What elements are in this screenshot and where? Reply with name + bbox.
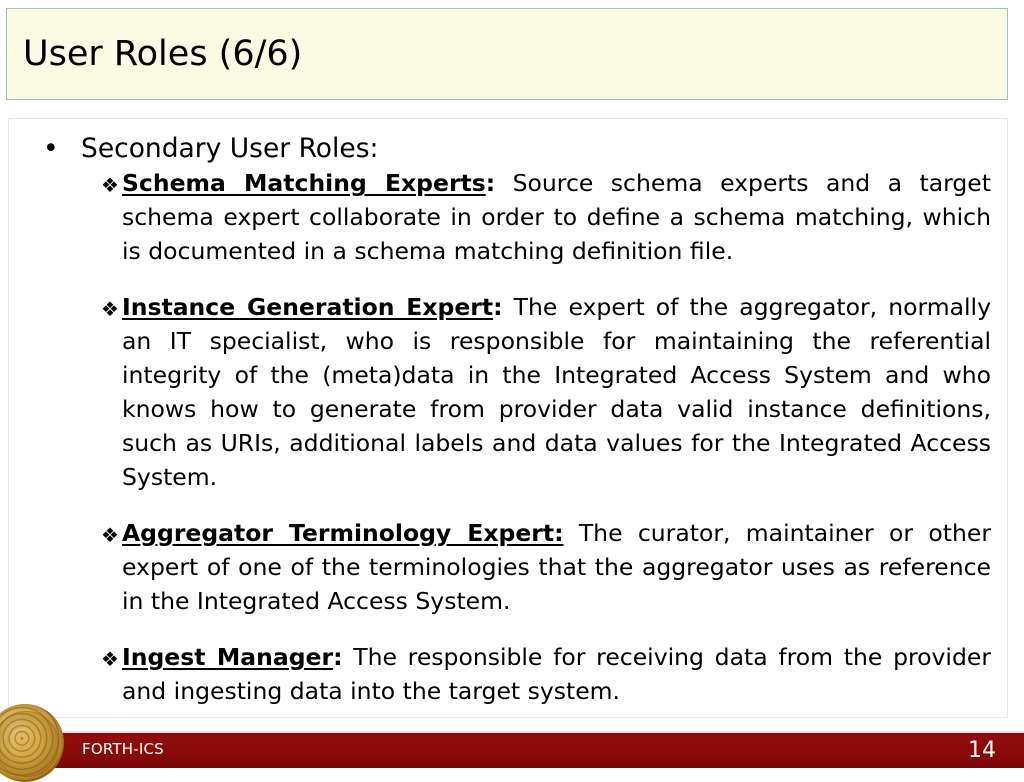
bullet-dot-icon: • bbox=[43, 133, 59, 164]
role-term: Ingest Manager bbox=[122, 642, 334, 671]
role-term: Schema Matching Experts bbox=[122, 169, 486, 198]
role-term: Instance Generation Expert bbox=[122, 293, 494, 322]
diamond-bullet-icon: ❖ bbox=[101, 646, 119, 671]
bullet-item-schema-matching-experts: ❖ Schema Matching Experts: Source schema… bbox=[23, 167, 993, 269]
diamond-bullet-icon: ❖ bbox=[101, 297, 119, 322]
page-title: User Roles (6/6) bbox=[23, 33, 303, 74]
role-description: The expert of the aggregator, normally a… bbox=[122, 293, 991, 491]
slide-page-number: 14 bbox=[968, 738, 996, 763]
role-term: Aggregator Terminology Expert: bbox=[122, 518, 564, 547]
bullet-item-instance-generation-expert: ❖ Instance Generation Expert: The expert… bbox=[23, 291, 993, 495]
diamond-bullet-icon: ❖ bbox=[101, 522, 119, 547]
role-term-colon: : bbox=[485, 169, 496, 198]
bullet-level1-label: Secondary User Roles: bbox=[81, 133, 379, 164]
role-term-colon: : bbox=[333, 642, 343, 671]
slide-title-box: User Roles (6/6) bbox=[6, 8, 1008, 100]
slide-content-box: • Secondary User Roles: ❖ Schema Matchin… bbox=[8, 118, 1008, 718]
content-body: • Secondary User Roles: ❖ Schema Matchin… bbox=[9, 119, 1007, 709]
role-term-colon: : bbox=[493, 293, 503, 322]
slide: User Roles (6/6) • Secondary User Roles:… bbox=[0, 0, 1024, 782]
bullet-item-ingest-manager: ❖ Ingest Manager: The responsible for re… bbox=[23, 641, 993, 709]
bullet-level1-secondary-user-roles: • Secondary User Roles: bbox=[23, 133, 993, 165]
footer-organization: FORTH-ICS bbox=[82, 740, 164, 758]
diamond-bullet-icon: ❖ bbox=[101, 173, 119, 198]
bullet-item-aggregator-terminology-expert: ❖ Aggregator Terminology Expert: The cur… bbox=[23, 517, 993, 619]
